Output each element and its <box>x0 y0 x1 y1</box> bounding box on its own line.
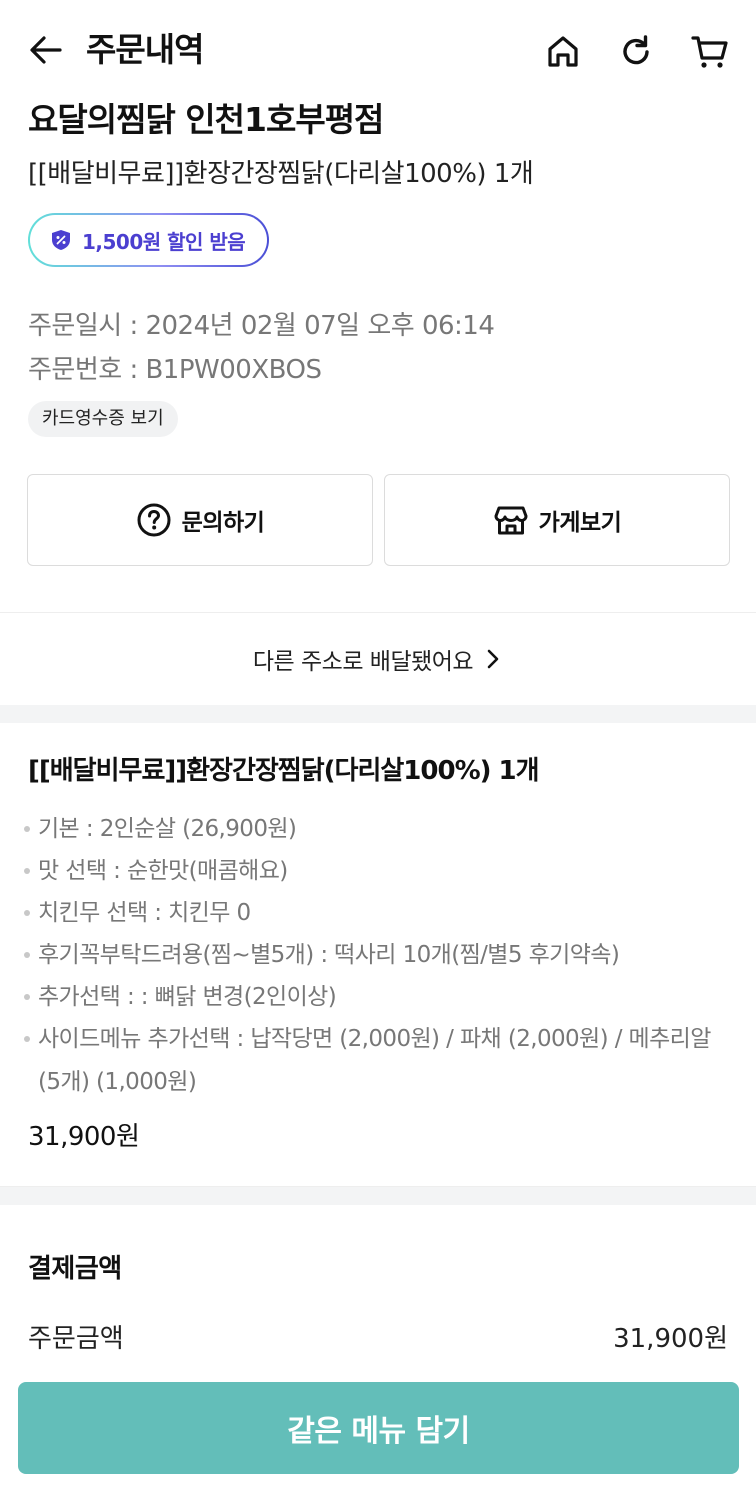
store-icon <box>493 502 529 538</box>
card-receipt-button[interactable]: 카드영수증 보기 <box>28 401 178 437</box>
home-button[interactable] <box>541 30 585 74</box>
section-divider <box>0 1187 756 1205</box>
coupon-icon <box>50 229 72 251</box>
menu-option: 치킨무 선택 : 치킨무 0 <box>22 892 732 934</box>
order-amount-label: 주문금액 <box>28 1324 124 1354</box>
question-circle-icon <box>136 502 172 538</box>
section-divider <box>0 705 756 723</box>
back-button[interactable] <box>26 30 66 70</box>
add-same-menu-label: 같은 메뉴 담기 <box>287 1414 470 1449</box>
order-amount-value: 31,900원 <box>613 1324 728 1354</box>
divider <box>0 612 756 613</box>
top-app-bar: 주문내역 <box>0 0 756 100</box>
order-number: 주문번호 : B1PW00XBOS <box>28 355 322 385</box>
view-store-label: 가게보기 <box>538 510 622 536</box>
menu-option-list: 기본 : 2인순살 (26,900원) 맛 선택 : 순한맛(매콤해요) 치킨무… <box>22 808 732 1104</box>
discount-badge: 1,500원 할인 받음 <box>28 213 269 267</box>
refresh-button[interactable] <box>614 30 658 74</box>
discount-text: 1,500원 할인 받음 <box>82 229 246 254</box>
address-notice-text: 다른 주소로 배달됐어요 <box>252 649 474 675</box>
inquiry-label: 문의하기 <box>181 510 265 536</box>
order-summary: [[배달비무료]]환장간장찜닭(다리살100%) 1개 <box>28 159 534 189</box>
view-store-button[interactable]: 가게보기 <box>384 474 730 566</box>
menu-option: 기본 : 2인순살 (26,900원) <box>22 808 732 850</box>
cart-button[interactable] <box>688 30 732 74</box>
inquiry-button[interactable]: 문의하기 <box>27 474 373 566</box>
order-detail-page: 주문내역 요달의찜닭 인천1호부평점 [[배달비무료]]환장간장찜닭(다리살10… <box>0 0 756 1490</box>
add-same-menu-button[interactable]: 같은 메뉴 담기 <box>18 1382 739 1474</box>
menu-item-title: [[배달비무료]]환장간장찜닭(다리살100%) 1개 <box>28 756 540 786</box>
menu-option: 사이드메뉴 추가선택 : 납작당면 (2,000원) / 파채 (2,000원)… <box>22 1018 732 1104</box>
store-name: 요달의찜닭 인천1호부평점 <box>28 100 384 139</box>
chevron-right-icon <box>483 647 503 671</box>
refresh-icon <box>623 35 649 65</box>
cart-icon <box>691 36 728 68</box>
arrow-left-icon <box>30 36 62 64</box>
payment-section-title: 결제금액 <box>28 1254 122 1284</box>
menu-option: 추가선택 : : 뼈닭 변경(2인이상) <box>22 976 732 1018</box>
order-date: 주문일시 : 2024년 02월 07일 오후 06:14 <box>28 311 495 341</box>
menu-option: 맛 선택 : 순한맛(매콤해요) <box>22 850 732 892</box>
address-notice-row[interactable]: 다른 주소로 배달됐어요 <box>0 614 756 704</box>
page-title: 주문내역 <box>86 30 204 69</box>
menu-option: 후기꼭부탁드려용(찜~별5개) : 떡사리 10개(찜/별5 후기약속) <box>22 934 732 976</box>
menu-item-price: 31,900원 <box>28 1122 140 1152</box>
home-icon <box>548 36 578 67</box>
